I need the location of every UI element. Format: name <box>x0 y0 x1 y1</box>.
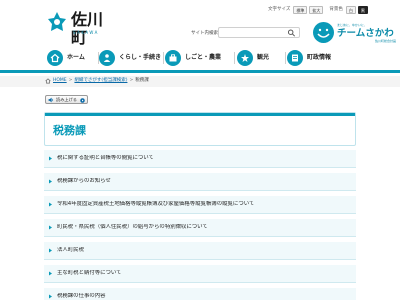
logo-subtext: SAKAWA <box>73 30 99 35</box>
list-item[interactable]: 法人町民税 <box>44 242 356 260</box>
nav-item-living[interactable]: くらし・手続き <box>99 48 161 68</box>
page-title: 税務課 <box>53 124 86 137</box>
site-search-label: サイト内検索 <box>191 31 218 36</box>
nav-item-town-info[interactable]: 町政情報 <box>287 48 331 68</box>
list-item[interactable]: 税務課の仕事の内容 <box>44 288 356 300</box>
main-content: 税務課 税に関する証明と台帳等の閲覧について 税務課からのお知らせ 令和4年度固… <box>44 112 356 300</box>
bg-white-button[interactable]: 白 <box>345 6 356 14</box>
team-footer: 佐川町総合計画 <box>375 39 397 43</box>
nav-label: 町政情報 <box>307 54 332 61</box>
home-icon <box>45 78 51 84</box>
smile-icon <box>317 28 330 38</box>
breadcrumb-org-link[interactable]: 組織でさがす(担当課検索) <box>74 78 127 84</box>
list-item[interactable]: 税務課からのお知らせ <box>44 173 356 191</box>
list-item-label: 税務課からのお知らせ <box>57 178 111 184</box>
team-sakawa-logo[interactable]: まじめに、ゆかいに、 チームさかわ 佐川町総合計画 <box>313 22 399 44</box>
font-size-label: 文字サイズ <box>268 7 291 12</box>
arrow-right-icon <box>49 271 52 276</box>
breadcrumb-separator: > <box>68 78 73 83</box>
read-aloud-label: 読み上げる <box>56 96 77 102</box>
nav-item-tourism[interactable]: 観光 <box>237 48 269 68</box>
play-icon <box>80 97 85 103</box>
list-item-label: 町民税・県民税（個人住民税）の給与からの特別徴収について <box>57 224 208 230</box>
nav-divider <box>234 52 235 64</box>
global-nav: ホーム くらし・手続き しごと・農業 観光 町政情報 <box>0 46 400 73</box>
breadcrumb-separator: > <box>129 78 134 83</box>
nav-divider <box>285 52 286 64</box>
link-list: 税に関する証明と台帳等の閲覧について 税務課からのお知らせ 令和4年度固定資産税… <box>44 150 356 300</box>
team-name: チームさかわ <box>337 28 394 39</box>
nav-item-home[interactable]: ホーム <box>47 48 85 68</box>
people-icon <box>99 50 115 66</box>
logo-text: 佐川町 <box>71 10 104 47</box>
nav-divider <box>163 52 164 64</box>
read-aloud-button[interactable]: 読み上げる <box>45 95 88 104</box>
town-info-icon <box>287 50 303 66</box>
list-item-label: 主な町税と納付等について <box>57 270 122 276</box>
list-item-label: 税務課の仕事の内容 <box>57 293 106 299</box>
search-icon[interactable] <box>287 29 296 37</box>
list-item-label: 税に関する証明と台帳等の閲覧について <box>57 155 154 161</box>
site-header: 佐川町 SAKAWA 文字サイズ 標準 拡大 背景色 白 黒 サイト内検索 まじ… <box>0 0 400 47</box>
home-icon <box>47 50 63 66</box>
list-item[interactable]: 税に関する証明と台帳等の閲覧について <box>44 150 356 168</box>
arrow-right-icon <box>49 248 52 253</box>
breadcrumb-current: 税務課 <box>135 78 149 83</box>
list-item-label: 令和4年度固定資産税土地価格等縦覧帳簿及び家屋価格等縦覧帳簿の縦覧について <box>57 201 255 207</box>
list-item[interactable]: 令和4年度固定資産税土地価格等縦覧帳簿及び家屋価格等縦覧帳簿の縦覧について <box>44 196 356 214</box>
team-tagline: まじめに、ゆかいに、 <box>337 23 367 27</box>
page-title-box: 税務課 <box>44 112 356 146</box>
arrow-right-icon <box>49 179 52 184</box>
nav-item-work[interactable]: しごと・農業 <box>165 48 221 68</box>
nav-label: くらし・手続き <box>119 54 162 61</box>
arrow-right-icon <box>49 294 52 299</box>
breadcrumb-home-link[interactable]: HOME <box>53 78 67 84</box>
tourism-icon <box>237 50 253 66</box>
site-logo[interactable]: 佐川町 SAKAWA <box>46 10 116 47</box>
team-logo-mark-icon <box>313 22 334 43</box>
arrow-right-icon <box>49 225 52 230</box>
arrow-right-icon <box>49 202 52 207</box>
bg-color-label: 背景色 <box>329 7 343 12</box>
speaker-icon <box>48 97 54 102</box>
font-size-enlarge-button[interactable]: 拡大 <box>309 6 324 14</box>
display-settings: 文字サイズ 標準 拡大 背景色 白 黒 <box>268 5 370 15</box>
list-item-label: 法人町民税 <box>57 247 84 253</box>
breadcrumb: HOME > 組織でさがす(担当課検索) > 税務課 <box>0 76 400 87</box>
list-item[interactable]: 主な町税と納付等について <box>44 265 356 283</box>
bg-black-button[interactable]: 黒 <box>357 6 368 14</box>
town-emblem-icon <box>48 12 66 31</box>
work-icon <box>165 50 181 66</box>
nav-label: しごと・農業 <box>185 54 222 61</box>
nav-label: 観光 <box>257 54 270 61</box>
arrow-right-icon <box>49 156 52 161</box>
font-size-standard-button[interactable]: 標準 <box>293 6 308 14</box>
nav-label: ホーム <box>67 54 85 61</box>
list-item[interactable]: 町民税・県民税（個人住民税）の給与からの特別徴収について <box>44 219 356 237</box>
